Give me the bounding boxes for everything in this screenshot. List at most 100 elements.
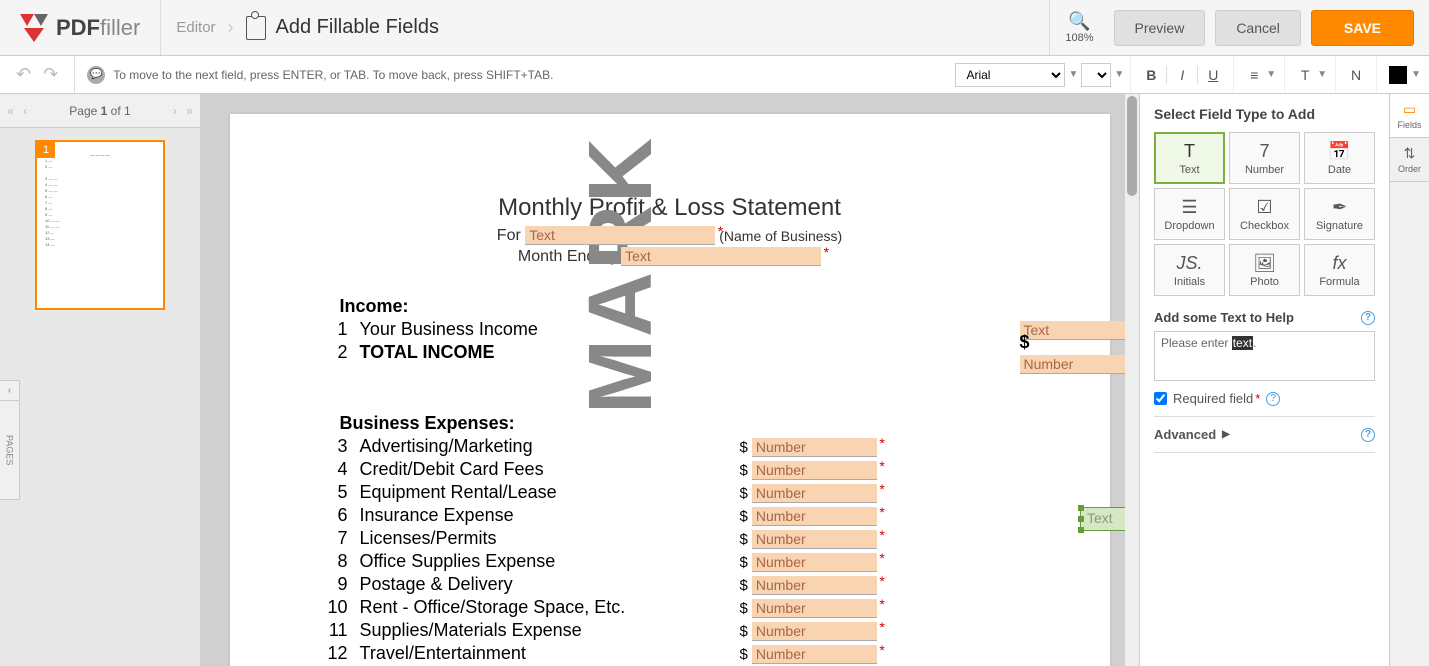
- page-thumbnail[interactable]: 1 — — — — 1 —2 — 3 — —4 — —5 — —6 —7 —8 …: [35, 140, 165, 310]
- expense-amount-field[interactable]: $Number*: [740, 436, 877, 457]
- field-type-checkbox[interactable]: ☑Checkbox: [1229, 188, 1300, 240]
- dropdown-icon: ☰: [1181, 197, 1197, 218]
- signature-icon: ✒: [1332, 197, 1347, 218]
- font-family-select[interactable]: Arial: [955, 63, 1065, 87]
- undo-button[interactable]: ↶: [10, 64, 37, 85]
- zoom-control[interactable]: 🔍 108%: [1049, 0, 1108, 55]
- field-type-date[interactable]: 📅Date: [1304, 132, 1375, 184]
- properties-panel: Select Field Type to Add TText 7Number 📅…: [1139, 94, 1429, 666]
- cancel-button[interactable]: Cancel: [1215, 10, 1301, 46]
- expense-line: 9Postage & Delivery$Number*: [320, 574, 1040, 595]
- thumbnail-badge: 1: [37, 142, 55, 158]
- help-text-input[interactable]: Please enter text.: [1154, 331, 1375, 381]
- align-button[interactable]: ≡: [1242, 63, 1266, 87]
- order-icon: ⇅: [1404, 145, 1416, 162]
- hint-message: 💬 To move to the next field, press ENTER…: [75, 66, 565, 84]
- name-of-business-note: (Name of Business): [719, 228, 842, 244]
- line-label: TOTAL INCOME: [360, 342, 495, 363]
- preview-button[interactable]: Preview: [1114, 10, 1206, 46]
- expense-line: 3 Advertising/Marketing $Number*: [320, 436, 1040, 457]
- zoom-icon: 🔍: [1065, 11, 1093, 32]
- line-number: 3: [320, 436, 348, 457]
- required-checkbox[interactable]: [1154, 392, 1167, 405]
- for-field[interactable]: Text*: [525, 226, 715, 245]
- next-page-button[interactable]: ›: [168, 104, 182, 118]
- line-number: 9: [320, 574, 348, 595]
- first-page-button[interactable]: «: [2, 104, 19, 118]
- breadcrumb-editor[interactable]: Editor: [176, 19, 215, 36]
- scrollbar[interactable]: [1125, 94, 1139, 666]
- field-type-initials[interactable]: JS.Initials: [1154, 244, 1225, 296]
- month-field[interactable]: Text*: [621, 247, 821, 266]
- field-type-signature[interactable]: ✒Signature: [1304, 188, 1375, 240]
- canvas[interactable]: MARK Monthly Profit & Loss Statement For…: [200, 94, 1139, 666]
- expense-amount-field[interactable]: $Number*: [740, 620, 877, 641]
- line-label: Rent - Office/Storage Space, Etc.: [360, 597, 626, 618]
- document-page[interactable]: MARK Monthly Profit & Loss Statement For…: [230, 114, 1110, 666]
- last-page-button[interactable]: »: [181, 104, 198, 118]
- expense-amount-field[interactable]: $Number*: [740, 643, 877, 664]
- expense-line: 8Office Supplies Expense$Number*: [320, 551, 1040, 572]
- expense-line: 4Credit/Debit Card Fees$Number*: [320, 459, 1040, 480]
- font-size-select[interactable]: 14: [1081, 63, 1111, 87]
- pages-collapse-button[interactable]: ‹: [0, 380, 20, 400]
- text-style-button[interactable]: T: [1293, 63, 1317, 87]
- expense-amount-field[interactable]: $Number*: [740, 459, 877, 480]
- tab-order[interactable]: ⇅Order: [1390, 138, 1429, 182]
- line-label: Advertising/Marketing: [360, 436, 533, 457]
- document-title: Monthly Profit & Loss Statement: [300, 194, 1040, 222]
- prev-page-button[interactable]: ‹: [18, 104, 32, 118]
- italic-button[interactable]: I: [1170, 63, 1194, 87]
- expense-amount-field[interactable]: $Number*: [740, 482, 877, 503]
- resize-handle[interactable]: [1078, 516, 1084, 522]
- help-icon[interactable]: ?: [1361, 311, 1375, 325]
- expense-amount-field[interactable]: $Number*: [740, 528, 877, 549]
- underline-button[interactable]: U: [1201, 63, 1225, 87]
- tab-fields[interactable]: ▭Fields: [1390, 94, 1429, 138]
- required-field-row: Required field * ?: [1154, 391, 1375, 406]
- redo-button[interactable]: ↷: [37, 64, 64, 85]
- expense-amount-field[interactable]: $Number*: [740, 505, 877, 526]
- income-line: 2TOTAL INCOME$Number*: [320, 342, 1040, 363]
- zoom-value: 108%: [1065, 32, 1093, 44]
- formula-icon: fx: [1332, 253, 1346, 274]
- expense-amount-field[interactable]: $Number*: [740, 597, 877, 618]
- chevron-right-icon: ›: [228, 17, 234, 38]
- pages-tab[interactable]: PAGES: [0, 400, 20, 500]
- bold-button[interactable]: B: [1139, 63, 1163, 87]
- help-icon[interactable]: ?: [1361, 428, 1375, 442]
- field-type-number[interactable]: 7Number: [1229, 132, 1300, 184]
- advanced-toggle[interactable]: Advanced ▶ ?: [1154, 416, 1375, 453]
- normal-button[interactable]: N: [1344, 63, 1368, 87]
- line-label: Insurance Expense: [360, 505, 514, 526]
- header-actions: 🔍 108% Preview Cancel SAVE: [1049, 0, 1429, 55]
- chevron-right-icon: ▶: [1222, 429, 1230, 440]
- help-icon[interactable]: ?: [1266, 392, 1280, 406]
- document-icon: [246, 16, 266, 40]
- income-amount-field[interactable]: $Number*: [1020, 332, 1140, 374]
- fields-icon: ▭: [1403, 101, 1416, 118]
- field-type-formula[interactable]: fxFormula: [1304, 244, 1375, 296]
- field-type-photo[interactable]: 🖼Photo: [1229, 244, 1300, 296]
- checkbox-icon: ☑: [1256, 197, 1272, 218]
- expense-amount-field[interactable]: $Number*: [740, 574, 877, 595]
- field-type-text[interactable]: TText: [1154, 132, 1225, 184]
- expense-line: 6Insurance Expense$Number*: [320, 505, 1040, 526]
- expense-line: 7Licenses/Permits$Number*: [320, 528, 1040, 549]
- help-text-title: Add some Text to Help ?: [1154, 310, 1375, 325]
- comment-icon: 💬: [87, 66, 105, 84]
- breadcrumb: Editor › Add Fillable Fields: [161, 16, 454, 40]
- color-picker[interactable]: [1389, 66, 1407, 84]
- resize-handle[interactable]: [1078, 527, 1084, 533]
- field-type-dropdown[interactable]: ☰Dropdown: [1154, 188, 1225, 240]
- header: PDFfiller Editor › Add Fillable Fields 🔍…: [0, 0, 1429, 56]
- expense-amount-field[interactable]: $Number*: [740, 551, 877, 572]
- line-label: Licenses/Permits: [360, 528, 497, 549]
- save-button[interactable]: SAVE: [1311, 10, 1414, 46]
- resize-handle[interactable]: [1078, 505, 1084, 511]
- line-number: 8: [320, 551, 348, 572]
- page-indicator: « ‹ Page 1 of 1 › »: [0, 94, 200, 128]
- photo-icon: 🖼: [1253, 253, 1276, 274]
- expense-line: 10Rent - Office/Storage Space, Etc.$Numb…: [320, 597, 1040, 618]
- logo[interactable]: PDFfiller: [0, 0, 161, 55]
